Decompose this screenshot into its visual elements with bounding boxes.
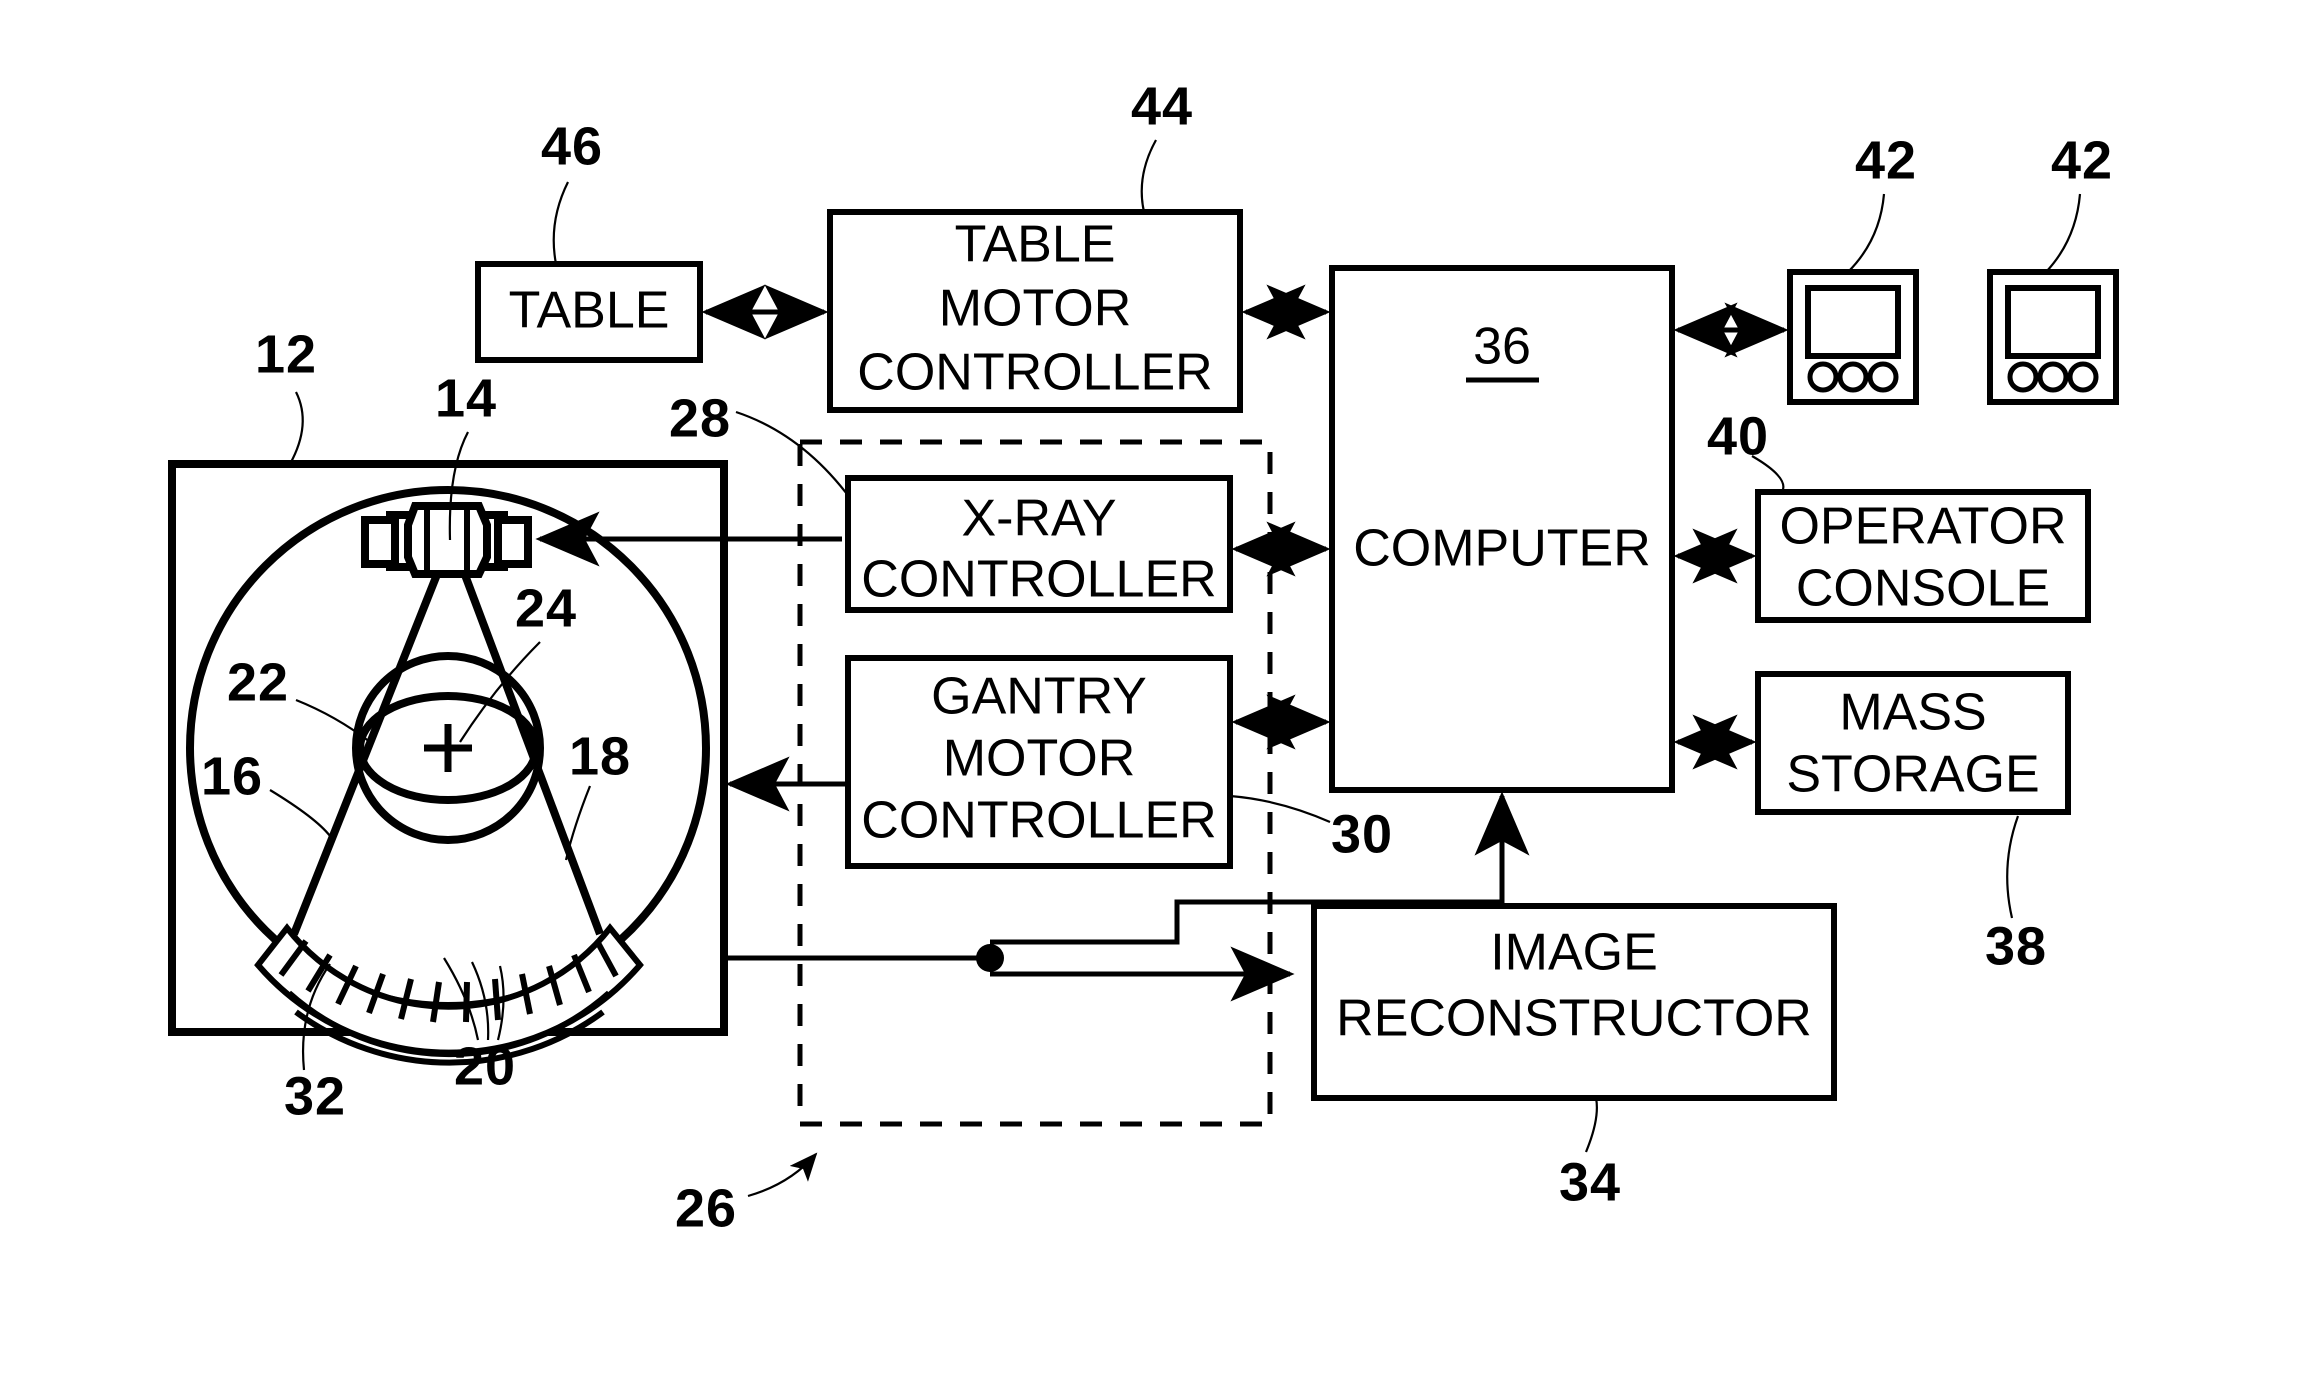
xray-controller-line1: X-RAY <box>961 490 1116 548</box>
gantry-motor-controller-line1: GANTRY <box>931 668 1147 726</box>
display-monitor-right <box>1987 269 2119 405</box>
mass-storage-line1: MASS <box>1839 684 1986 742</box>
ref-38: 38 <box>1985 916 2047 976</box>
ref-44: 44 <box>1131 76 1193 136</box>
ref-42-right: 42 <box>2051 130 2113 190</box>
table-label: TABLE <box>509 282 670 340</box>
ref-32: 32 <box>284 1066 346 1126</box>
ref-42-left: 42 <box>1855 130 1917 190</box>
mass-storage-line2: STORAGE <box>1786 746 2039 804</box>
gantry-motor-controller-line3: CONTROLLER <box>861 792 1216 850</box>
ct-system-diagram: TABLE TABLE MOTOR CONTROLLER X-RAY CONTR… <box>168 76 2119 1238</box>
xray-controller-line2: CONTROLLER <box>861 551 1216 609</box>
table-motor-controller-line3: CONTROLLER <box>857 344 1212 402</box>
leader-42-left <box>1847 193 1886 273</box>
image-reconstructor-line2: RECONSTRUCTOR <box>1336 990 1812 1048</box>
leader-30 <box>1229 794 1331 824</box>
leader-38 <box>2006 815 2020 919</box>
ref-20: 20 <box>454 1036 516 1096</box>
leader-28 <box>735 410 851 499</box>
computer-label: COMPUTER <box>1353 520 1651 578</box>
ref-12: 12 <box>255 324 317 384</box>
ref-46: 46 <box>541 116 603 176</box>
table-motor-controller-line2: MOTOR <box>939 280 1132 338</box>
computer-inner-ref: 36 <box>1473 318 1531 376</box>
ref-24: 24 <box>515 578 577 638</box>
display-monitor-left <box>1787 269 1919 405</box>
ref-22: 22 <box>227 652 289 712</box>
operator-console-line1: OPERATOR <box>1779 498 2066 556</box>
ref-16: 16 <box>201 746 263 806</box>
ref-30: 30 <box>1331 804 1393 864</box>
leader-42-right <box>2045 193 2082 273</box>
ref-14: 14 <box>435 368 497 428</box>
ref-40: 40 <box>1707 406 1769 466</box>
ref-18: 18 <box>569 726 631 786</box>
leader-12 <box>289 391 304 465</box>
leader-26 <box>747 1152 818 1198</box>
leader-46 <box>552 181 569 265</box>
leader-34 <box>1584 1097 1598 1153</box>
ref-28: 28 <box>669 388 731 448</box>
operator-console-line2: CONSOLE <box>1796 560 2050 618</box>
ref-26: 26 <box>675 1178 737 1238</box>
leader-44 <box>1140 139 1157 213</box>
gantry-motor-controller-line2: MOTOR <box>943 730 1136 788</box>
image-reconstructor-line1: IMAGE <box>1490 924 1658 982</box>
table-motor-controller-line1: TABLE <box>955 216 1116 274</box>
figure-canvas: TABLE TABLE MOTOR CONTROLLER X-RAY CONTR… <box>0 0 2316 1381</box>
xray-source <box>361 502 532 578</box>
ref-34: 34 <box>1559 1152 1621 1212</box>
